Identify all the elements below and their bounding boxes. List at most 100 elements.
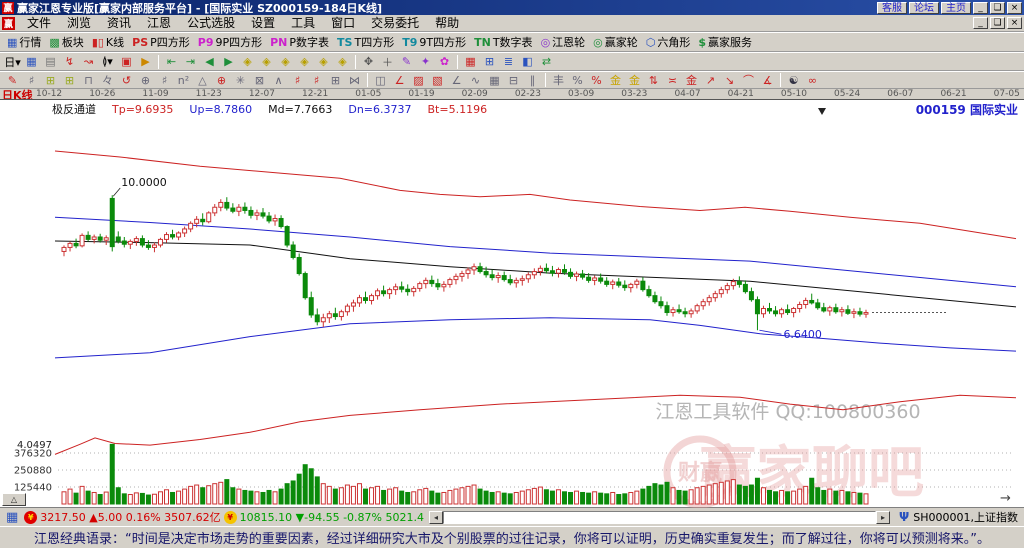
- gold-section-icon[interactable]: 金: [682, 72, 701, 88]
- gold-percent-icon[interactable]: %: [587, 72, 606, 88]
- crosshair-icon[interactable]: ＋: [378, 54, 397, 70]
- peak-marker-icon[interactable]: ∧: [269, 72, 288, 88]
- shenzhen-index-icon[interactable]: ¥: [223, 510, 237, 524]
- red-time-grid-icon[interactable]: ♯: [288, 72, 307, 88]
- menu-news[interactable]: 资讯: [99, 15, 139, 31]
- last-bar-icon[interactable]: ⇥: [181, 54, 200, 70]
- circle-cross-icon[interactable]: ⊕: [136, 72, 155, 88]
- customer-service-button[interactable]: 客服: [877, 1, 907, 14]
- minimize-button[interactable]: _: [973, 1, 988, 14]
- yinyang-icon[interactable]: ☯: [784, 72, 803, 88]
- data-transfer-icon[interactable]: ⇄: [537, 54, 556, 70]
- menu-formula-select[interactable]: 公式选股: [179, 15, 243, 31]
- gann-grid-icon[interactable]: ♯: [22, 72, 41, 88]
- scroll-left-button[interactable]: ◂: [428, 510, 443, 524]
- mdi-close-button[interactable]: ×: [1007, 17, 1022, 29]
- triangle-tool-icon[interactable]: △: [193, 72, 212, 88]
- red-price-grid-icon[interactable]: ♯: [307, 72, 326, 88]
- scroll-right-button[interactable]: ▸: [876, 510, 891, 524]
- infinity-icon[interactable]: ∞: [803, 72, 822, 88]
- market-window-icon[interactable]: ▦: [22, 54, 41, 70]
- scrollbar-track[interactable]: [442, 510, 877, 524]
- menu-help[interactable]: 帮助: [427, 15, 467, 31]
- indicator-window-icon[interactable]: ▣: [117, 54, 136, 70]
- cycle-tool-icon[interactable]: 々: [98, 72, 117, 88]
- first-bar-icon[interactable]: ⇤: [162, 54, 181, 70]
- toolbar-button-P数字表[interactable]: PN P数字表: [266, 34, 333, 50]
- current-index-label[interactable]: SH000001,上证指数: [913, 509, 1018, 525]
- horizontal-scrollbar[interactable]: ◂ ▸: [428, 510, 891, 524]
- homepage-button[interactable]: 主页: [941, 1, 971, 14]
- toolbar-button-K线[interactable]: ▮▯ K线: [88, 34, 128, 50]
- percent-icon[interactable]: %: [568, 72, 587, 88]
- prev-bar-icon[interactable]: ◀: [200, 54, 219, 70]
- wave-line-icon[interactable]: ∿: [466, 72, 485, 88]
- retrace-arc-icon[interactable]: ↺: [117, 72, 136, 88]
- menu-file[interactable]: 文件: [19, 15, 59, 31]
- toolbar-button-赢家服务[interactable]: $ 赢家服务: [694, 34, 756, 50]
- wheel-flower-icon[interactable]: ✿: [435, 54, 454, 70]
- diamond-zoom-out-icon[interactable]: ◈: [238, 54, 257, 70]
- forum-button[interactable]: 论坛: [909, 1, 939, 14]
- shaded-box-icon[interactable]: ▨: [409, 72, 428, 88]
- period-daily-dropdown[interactable]: 日▾: [3, 54, 22, 70]
- close-button[interactable]: ×: [1007, 1, 1022, 14]
- menu-browse[interactable]: 浏览: [59, 15, 99, 31]
- gold-ratio-icon[interactable]: 金: [606, 72, 625, 88]
- move-hand-icon[interactable]: ✥: [359, 54, 378, 70]
- gold-ratio2-icon[interactable]: 金: [625, 72, 644, 88]
- menu-tools[interactable]: 工具: [283, 15, 323, 31]
- toolbar-button-六角形[interactable]: ⬡ 六角形: [642, 34, 695, 50]
- dense-grid-icon[interactable]: ▦: [485, 72, 504, 88]
- band-tool-icon[interactable]: ≍: [663, 72, 682, 88]
- fan-lines-icon[interactable]: ∠: [390, 72, 409, 88]
- toolbar-button-9P四方形[interactable]: P9 9P四方形: [194, 34, 266, 50]
- mdi-minimize-button[interactable]: _: [973, 17, 988, 29]
- candlestick-chart[interactable]: 3763202508801254404.0497江恩工具软件 QQ:100800…: [0, 100, 1022, 508]
- quadrant-grid-icon[interactable]: ⊟: [504, 72, 523, 88]
- star-lines-icon[interactable]: ✳: [231, 72, 250, 88]
- trend-down-icon[interactable]: ↘: [720, 72, 739, 88]
- trend-chart-icon[interactable]: ↝: [79, 54, 98, 70]
- toolbar-button-T数字表[interactable]: TN T数字表: [470, 34, 536, 50]
- gann-target-icon[interactable]: ⊕: [212, 72, 231, 88]
- toolbar-button-板块[interactable]: ▩ 板块: [45, 34, 87, 50]
- box-x-icon[interactable]: ⊠: [250, 72, 269, 88]
- toolbar-button-P四方形[interactable]: PS P四方形: [128, 34, 194, 50]
- save-icon[interactable]: ◧: [518, 54, 537, 70]
- pen-tool-icon[interactable]: ✎: [3, 72, 22, 88]
- gann-box2-icon[interactable]: ⊞: [60, 72, 79, 88]
- time-grid-icon[interactable]: ♯: [155, 72, 174, 88]
- kline-chart-icon[interactable]: ↯: [60, 54, 79, 70]
- restore-button[interactable]: ❏: [990, 1, 1005, 14]
- menu-window[interactable]: 窗口: [323, 15, 363, 31]
- calendar-icon[interactable]: ▦: [461, 54, 480, 70]
- diamond-down-icon[interactable]: ◈: [333, 54, 352, 70]
- trend-up-icon[interactable]: ↗: [701, 72, 720, 88]
- mdi-restore-button[interactable]: ❏: [990, 17, 1005, 29]
- toolbar-button-T四方形[interactable]: TS T四方形: [333, 34, 398, 50]
- window-box-icon[interactable]: ◫: [371, 72, 390, 88]
- draw-line-icon[interactable]: ✎: [397, 54, 416, 70]
- volume-pane-toggle-button[interactable]: △: [2, 493, 26, 506]
- menu-settings[interactable]: 设置: [243, 15, 283, 31]
- parallel-lines-icon[interactable]: ∥: [523, 72, 542, 88]
- menu-gann[interactable]: 江恩: [139, 15, 179, 31]
- diamond-right-icon[interactable]: ◈: [295, 54, 314, 70]
- candle-style-dropdown[interactable]: ≬▾: [98, 54, 117, 70]
- menu-trade-order[interactable]: 交易委托: [363, 15, 427, 31]
- gann-tools-icon[interactable]: ✦: [416, 54, 435, 70]
- grid-box-icon[interactable]: ⊞: [326, 72, 345, 88]
- arc-tool-icon[interactable]: ⌒: [739, 72, 758, 88]
- n-square-icon[interactable]: n²: [174, 72, 193, 88]
- chart-panel[interactable]: 极反通道 Tp=9.6935 Up=8.7860 Md=7.7663 Dn=6.3737…: [0, 99, 1024, 508]
- updown-tool-icon[interactable]: ⇅: [644, 72, 663, 88]
- calculator-icon[interactable]: ⊞: [480, 54, 499, 70]
- toolbar-button-9T四方形[interactable]: T9 9T四方形: [398, 34, 470, 50]
- price-ruler-icon[interactable]: ⊓: [79, 72, 98, 88]
- toolbar-button-行情[interactable]: ▦ 行情: [3, 34, 45, 50]
- diamond-up-icon[interactable]: ◈: [314, 54, 333, 70]
- shanghai-index-quote[interactable]: 3217.50 ▲5.00 0.16% 3507.62亿: [40, 509, 220, 525]
- wedge-tool-icon[interactable]: ∡: [758, 72, 777, 88]
- angle-line-icon[interactable]: ∠: [447, 72, 466, 88]
